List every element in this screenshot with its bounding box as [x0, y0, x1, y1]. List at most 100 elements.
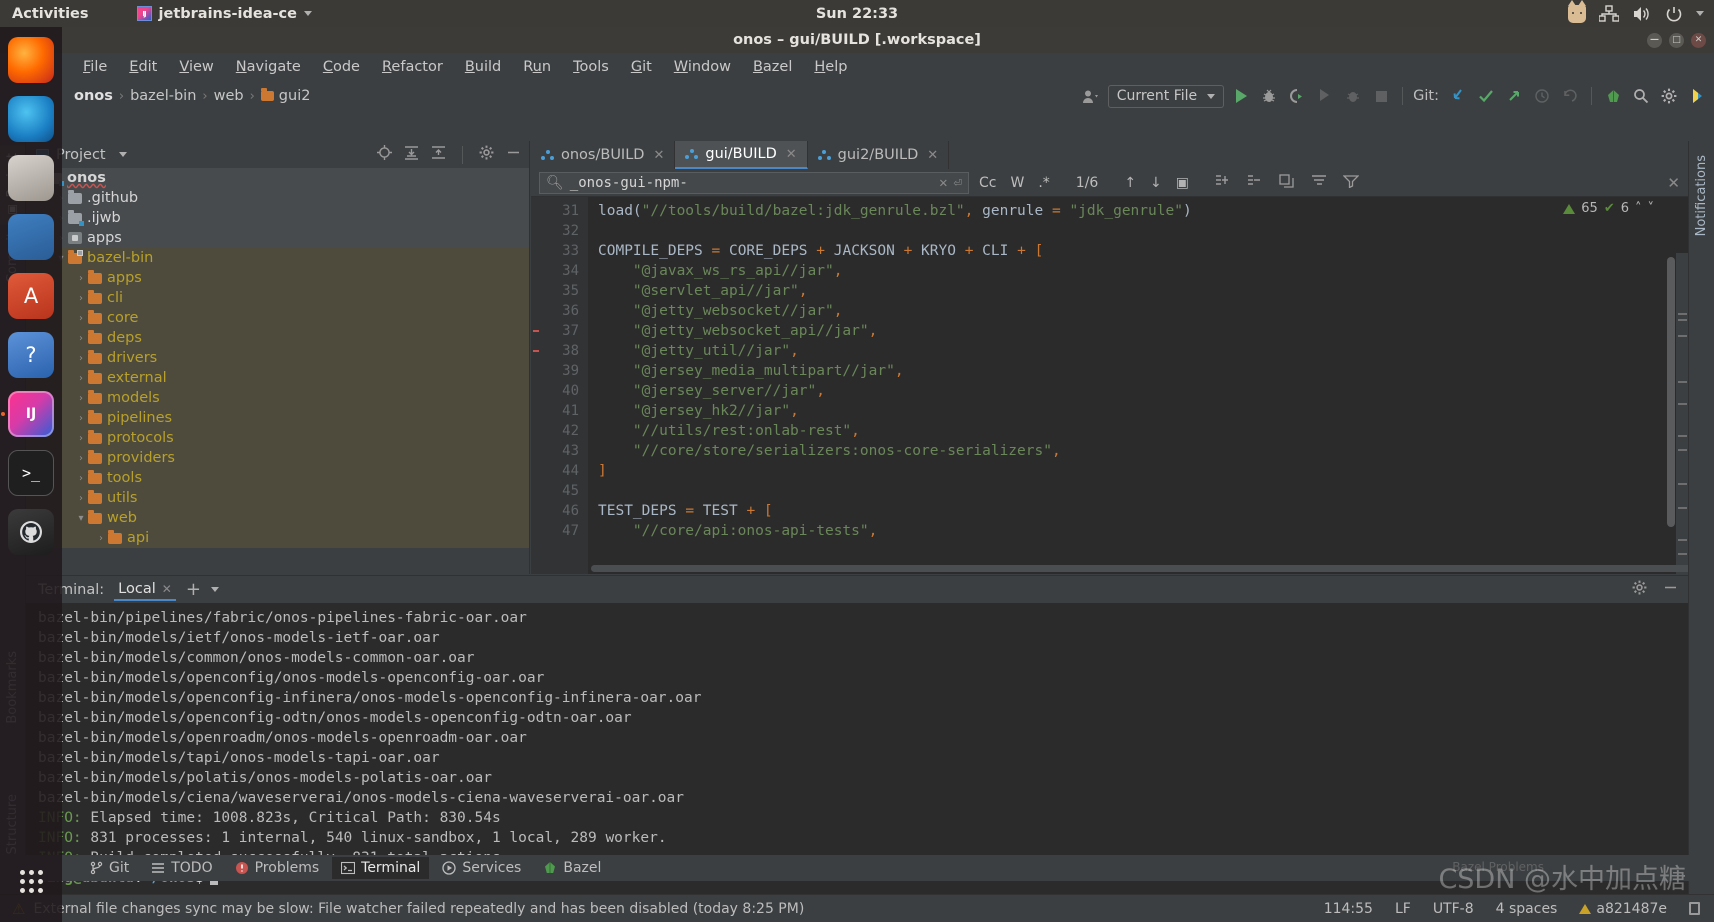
expand-all-icon[interactable] — [404, 145, 419, 164]
search-newline-icon[interactable]: ⏎ — [954, 175, 962, 191]
gutter-line-number[interactable]: 41 — [531, 401, 588, 421]
menu-navigate[interactable]: Navigate — [225, 56, 312, 78]
minimize-button[interactable]: — — [1647, 32, 1662, 48]
tree-node-apps[interactable]: › apps — [26, 268, 529, 288]
profile-button[interactable] — [1314, 85, 1336, 107]
sidebar-item-notifications[interactable]: Notifications — [1689, 147, 1714, 244]
chevron-right-icon[interactable]: › — [74, 273, 88, 284]
chevron-right-icon[interactable]: › — [94, 533, 108, 544]
editor-tab-gui-build[interactable]: gui/BUILD ✕ — [675, 141, 808, 169]
menu-run[interactable]: Run — [512, 56, 562, 78]
dock-item-thunderbird[interactable] — [8, 96, 54, 142]
project-tree[interactable]: ▾onos›.github›.ijwb›apps▾bazel-bin›apps›… — [26, 168, 529, 574]
cat-icon[interactable] — [1568, 0, 1586, 23]
chevron-down-icon[interactable] — [118, 152, 127, 157]
code-line[interactable]: "@jersey_media_multipart//jar", — [588, 361, 1688, 381]
editor-code-content[interactable]: load("//tools/build/bazel:jdk_genrule.bz… — [588, 197, 1688, 574]
tree-node--ijwb[interactable]: ›.ijwb — [26, 208, 529, 228]
collapse-all-icon[interactable] — [431, 145, 446, 164]
code-line[interactable]: COMPILE_DEPS = CORE_DEPS + JACKSON + KRY… — [588, 241, 1688, 261]
gutter-line-number[interactable]: 39 — [531, 361, 588, 381]
code-line[interactable]: "@javax_ws_rs_api//jar", — [588, 261, 1688, 281]
clear-search-icon[interactable]: ✕ — [939, 175, 947, 191]
tree-node-protocols[interactable]: › protocols — [26, 428, 529, 448]
indent-setting[interactable]: 4 spaces — [1496, 901, 1558, 917]
menu-build[interactable]: Build — [454, 56, 512, 78]
menu-tools[interactable]: Tools — [562, 56, 620, 78]
breadcrumb-item-web[interactable]: web — [212, 87, 246, 105]
code-line[interactable]: "@jersey_server//jar", — [588, 381, 1688, 401]
gutter-line-number[interactable]: 35 — [531, 281, 588, 301]
code-line[interactable]: load("//tools/build/bazel:jdk_genrule.bz… — [588, 201, 1688, 221]
close-icon[interactable]: ✕ — [653, 148, 664, 163]
activities-button[interactable]: Activities — [12, 6, 89, 22]
gutter-line-number[interactable]: 44 — [531, 461, 588, 481]
gutter-line-number[interactable]: 47 — [531, 521, 588, 541]
search-input[interactable]: 🔍︎ _onos-gui-npm- ✕ ⏎ — [539, 171, 969, 194]
tree-node-core[interactable]: › core — [26, 308, 529, 328]
git-rollback-icon[interactable] — [1559, 85, 1581, 107]
git-commit-icon[interactable] — [1475, 85, 1497, 107]
status-message-area[interactable]: ⚠ External file changes sync may be slow… — [0, 900, 804, 918]
editor-error-stripe[interactable] — [1676, 253, 1688, 574]
gutter-line-number[interactable]: 34 — [531, 261, 588, 281]
menu-bazel[interactable]: Bazel — [742, 56, 803, 78]
bazel-sync-icon[interactable] — [1602, 85, 1624, 107]
gutter-line-number[interactable]: 46 — [531, 501, 588, 521]
tree-node-onos[interactable]: ▾onos — [26, 168, 529, 188]
gutter-line-number[interactable]: 33 — [531, 241, 588, 261]
tree-node-models[interactable]: › models — [26, 388, 529, 408]
chevron-right-icon[interactable]: › — [74, 493, 88, 504]
find-prev-button[interactable]: ↑ — [1124, 175, 1136, 191]
tool-window-button-bazel[interactable]: Bazel — [534, 857, 610, 879]
chevron-right-icon[interactable]: › — [74, 413, 88, 424]
gear-icon[interactable] — [479, 145, 494, 164]
gutter-line-number[interactable]: 43 — [531, 441, 588, 461]
dock-item-intellij-idea[interactable]: IJ — [1, 391, 54, 437]
chevron-right-icon[interactable]: › — [74, 353, 88, 364]
minimize-icon[interactable] — [506, 145, 521, 164]
code-line[interactable]: "//utils/rest:onlab-rest", — [588, 421, 1688, 441]
editor-horizontal-scrollbar[interactable] — [591, 565, 1688, 572]
chevron-right-icon[interactable]: › — [74, 373, 88, 384]
find-select-all-button[interactable]: ▣ — [1176, 175, 1189, 191]
gutter-line-number[interactable]: 40 — [531, 381, 588, 401]
menu-refactor[interactable]: Refactor — [371, 56, 454, 78]
caret-position[interactable]: 114:55 — [1324, 901, 1373, 917]
network-icon[interactable] — [1599, 4, 1619, 23]
tree-node-deps[interactable]: › deps — [26, 328, 529, 348]
tool-window-button-terminal[interactable]: Terminal — [332, 857, 430, 879]
active-app-menu[interactable]: IJ jetbrains-idea-ce — [136, 6, 312, 22]
attach-debugger-button[interactable] — [1342, 85, 1364, 107]
user-account-icon[interactable] — [1080, 85, 1102, 107]
remove-line-icon[interactable] — [1247, 174, 1263, 192]
tool-window-button-todo[interactable]: TODO — [142, 857, 221, 879]
chevron-right-icon[interactable]: › — [74, 453, 88, 464]
inspection-prev-icon[interactable]: ˄ — [1635, 201, 1642, 216]
git-push-icon[interactable] — [1503, 85, 1525, 107]
tree-node-api[interactable]: › api — [26, 528, 529, 548]
tree-node-tools[interactable]: › tools — [26, 468, 529, 488]
code-line[interactable]: ] — [588, 461, 1688, 481]
tree-node-bazel-bin[interactable]: ▾bazel-bin — [26, 248, 529, 268]
menu-git[interactable]: Git — [620, 56, 663, 78]
terminal-session-tab-local[interactable]: Local ✕ — [114, 578, 176, 601]
tool-window-button-git[interactable]: Git — [80, 857, 138, 879]
find-close-icon[interactable]: ✕ — [1667, 174, 1688, 192]
filter-icon[interactable] — [1342, 174, 1360, 192]
breadcrumb-item-gui2[interactable]: gui2 — [259, 87, 313, 105]
code-line[interactable] — [588, 221, 1688, 241]
chevron-right-icon[interactable]: › — [74, 293, 88, 304]
tree-node-cli[interactable]: › cli — [26, 288, 529, 308]
chevron-right-icon[interactable]: › — [74, 473, 88, 484]
filter-lines-icon[interactable] — [1311, 174, 1327, 192]
tree-node-providers[interactable]: › providers — [26, 448, 529, 468]
dock-item-writer[interactable] — [8, 214, 54, 260]
add-line-icon[interactable] — [1215, 174, 1231, 192]
minimize-icon[interactable] — [1663, 580, 1678, 599]
dock-item-files[interactable] — [8, 155, 54, 201]
dock-item-show-applications[interactable] — [8, 858, 54, 904]
dock-item-help[interactable]: ? — [8, 332, 54, 378]
menu-help[interactable]: Help — [803, 56, 858, 78]
code-line[interactable]: "@jetty_websocket_api//jar", — [588, 321, 1688, 341]
